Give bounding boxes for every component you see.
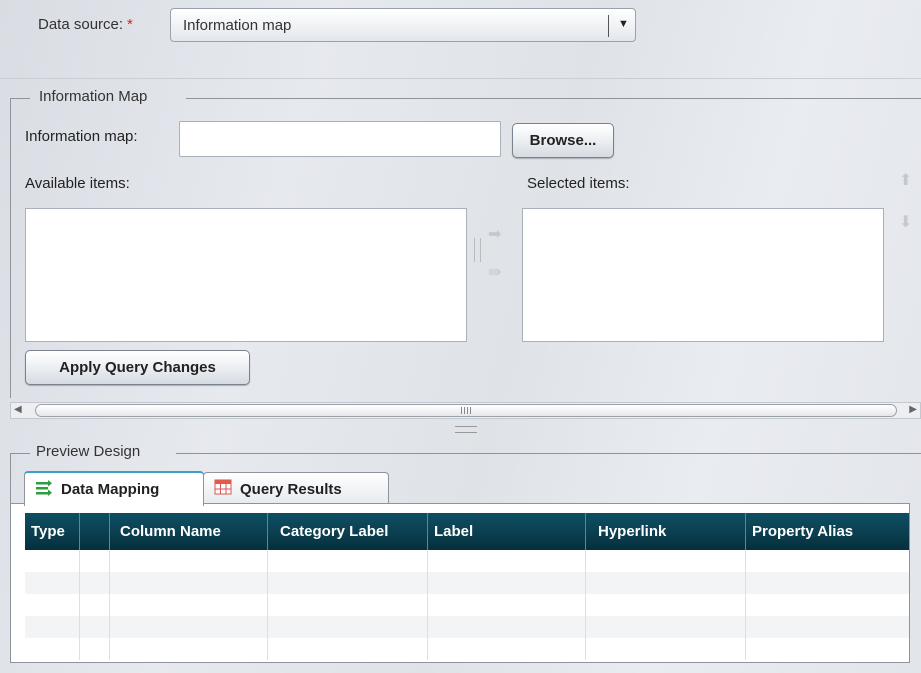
table-cell bbox=[586, 550, 746, 572]
tab-data-mapping-label: Data Mapping bbox=[61, 481, 160, 498]
table-cell bbox=[80, 616, 110, 638]
table-cell bbox=[110, 638, 268, 660]
table-cell bbox=[25, 572, 80, 594]
table-cell bbox=[268, 550, 428, 572]
move-down-icon[interactable]: ⬇ bbox=[899, 212, 912, 232]
preview-design-legend: Preview Design bbox=[36, 443, 141, 460]
grid-body bbox=[25, 550, 909, 660]
horizontal-scrollbar[interactable]: ◀ ▶ bbox=[10, 402, 921, 419]
preview-border-left bbox=[10, 453, 30, 454]
table-cell bbox=[586, 616, 746, 638]
table-cell bbox=[268, 638, 428, 660]
table-cell bbox=[746, 550, 909, 572]
data-source-selected-value: Information map bbox=[183, 17, 292, 34]
grid-header: Type Column Name Category Label Label Hy… bbox=[25, 513, 909, 550]
scrollbar-thumb[interactable] bbox=[35, 404, 897, 417]
selected-items-list[interactable] bbox=[522, 208, 884, 342]
table-row bbox=[25, 572, 909, 594]
required-marker: * bbox=[127, 16, 133, 33]
table-cell bbox=[428, 550, 586, 572]
table-cell bbox=[746, 638, 909, 660]
data-source-label-text: Data source: bbox=[38, 16, 124, 33]
table-cell bbox=[428, 638, 586, 660]
information-map-legend: Information Map bbox=[39, 88, 148, 105]
available-items-label: Available items: bbox=[25, 175, 130, 192]
table-cell bbox=[428, 572, 586, 594]
table-cell bbox=[25, 550, 80, 572]
scroll-right-icon[interactable]: ▶ bbox=[909, 404, 917, 415]
move-all-right-icon[interactable]: ⇛ bbox=[488, 262, 501, 282]
table-cell bbox=[80, 638, 110, 660]
information-map-field-label: Information map: bbox=[25, 128, 138, 145]
list-resize-grip[interactable] bbox=[474, 238, 481, 262]
information-map-input[interactable] bbox=[179, 121, 501, 157]
table-cell bbox=[80, 594, 110, 616]
column-header-hyperlink[interactable]: Hyperlink bbox=[586, 513, 746, 550]
move-up-icon[interactable]: ⬆ bbox=[899, 170, 912, 190]
table-cell bbox=[110, 616, 268, 638]
column-header-label[interactable]: Label bbox=[428, 513, 586, 550]
panel-splitter[interactable] bbox=[455, 426, 477, 433]
data-source-label: Data source: * bbox=[38, 16, 133, 33]
column-header-column-name[interactable]: Column Name bbox=[110, 513, 268, 550]
table-row bbox=[25, 638, 909, 660]
table-cell bbox=[25, 616, 80, 638]
table-cell bbox=[586, 572, 746, 594]
group-border-vertical bbox=[10, 98, 11, 398]
table-cell bbox=[746, 616, 909, 638]
table-row bbox=[25, 550, 909, 572]
table-cell bbox=[586, 638, 746, 660]
table-cell bbox=[268, 572, 428, 594]
column-header-category-label[interactable]: Category Label bbox=[268, 513, 428, 550]
table-cell bbox=[80, 550, 110, 572]
section-divider bbox=[0, 78, 921, 79]
thumb-grip bbox=[461, 407, 471, 414]
chevron-down-icon[interactable]: ▼ bbox=[618, 18, 629, 30]
move-right-icon[interactable]: ➡ bbox=[488, 224, 501, 244]
column-header-property-alias[interactable]: Property Alias bbox=[746, 513, 909, 550]
browse-button[interactable]: Browse... bbox=[512, 123, 614, 158]
table-row bbox=[25, 594, 909, 616]
table-cell bbox=[110, 550, 268, 572]
preview-border-vertical bbox=[10, 453, 11, 503]
table-cell bbox=[746, 594, 909, 616]
scroll-left-icon[interactable]: ◀ bbox=[14, 404, 22, 415]
table-cell bbox=[586, 594, 746, 616]
data-source-select[interactable]: Information map ▼ bbox=[170, 8, 636, 42]
tab-data-mapping[interactable]: Data Mapping bbox=[24, 471, 204, 506]
select-separator bbox=[608, 15, 609, 37]
group-border-right bbox=[186, 98, 921, 99]
selected-items-label: Selected items: bbox=[527, 175, 630, 192]
table-cell bbox=[80, 572, 110, 594]
table-cell bbox=[268, 594, 428, 616]
table-cell bbox=[110, 594, 268, 616]
column-header-blank[interactable] bbox=[80, 513, 110, 550]
apply-query-changes-button[interactable]: Apply Query Changes bbox=[25, 350, 250, 385]
table-cell bbox=[428, 594, 586, 616]
table-cell bbox=[25, 638, 80, 660]
tab-query-results[interactable]: Query Results bbox=[203, 472, 389, 505]
table-cell bbox=[746, 572, 909, 594]
table-cell bbox=[268, 616, 428, 638]
preview-border-right bbox=[176, 453, 921, 454]
table-cell bbox=[428, 616, 586, 638]
column-header-type[interactable]: Type bbox=[25, 513, 80, 550]
table-row bbox=[25, 616, 909, 638]
group-border-left bbox=[10, 98, 30, 99]
table-icon bbox=[214, 479, 232, 499]
table-cell bbox=[110, 572, 268, 594]
table-cell bbox=[25, 594, 80, 616]
data-mapping-icon bbox=[35, 479, 53, 500]
available-items-list[interactable] bbox=[25, 208, 467, 342]
tab-query-results-label: Query Results bbox=[240, 480, 342, 498]
